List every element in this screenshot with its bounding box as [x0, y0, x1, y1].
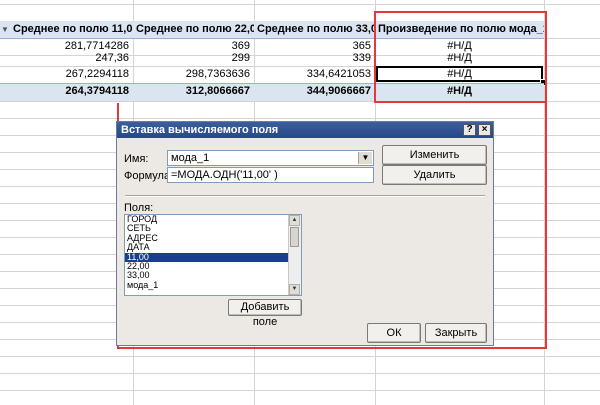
chevron-down-icon[interactable]: ▼ [358, 152, 372, 164]
highlight-frame [374, 11, 547, 103]
total-cell[interactable]: 264,3794118 [0, 83, 133, 100]
grid-line [0, 4, 600, 5]
modify-button[interactable]: Изменить [382, 145, 487, 165]
table-cell[interactable]: 247,36 [0, 50, 133, 67]
total-cell[interactable]: 344,9066667 [254, 83, 375, 100]
cancel-button[interactable]: Закрыть [425, 323, 487, 343]
name-value: мода_1 [171, 152, 210, 164]
close-button[interactable]: × [478, 124, 491, 136]
pivot-header-cell[interactable]: Среднее по полю 22,00 [136, 21, 254, 38]
help-button[interactable]: ? [463, 124, 476, 136]
scroll-up-icon[interactable]: ▲ [289, 215, 300, 226]
grid-line [0, 356, 600, 357]
delete-button[interactable]: Удалить [382, 165, 487, 185]
formula-value: =МОДА.ОДН('11,00' ) [171, 169, 278, 181]
list-item-selected[interactable]: 11,00 [125, 252, 301, 262]
total-cell[interactable]: 312,8066667 [133, 83, 254, 100]
name-label: Имя: [124, 153, 149, 165]
grid-line [0, 373, 600, 374]
table-cell[interactable]: 267,2294118 [0, 66, 133, 83]
dialog-title: Вставка вычисляемого поля [121, 124, 279, 136]
list-item[interactable]: ДАТА [125, 242, 301, 252]
table-cell[interactable]: 299 [133, 50, 254, 67]
list-item[interactable]: АДРЕС [125, 233, 301, 243]
formula-label: Формула: [124, 170, 174, 182]
grid-line [0, 390, 600, 391]
list-item[interactable]: ГОРОД [125, 215, 301, 224]
list-item[interactable]: 22,00 [125, 261, 301, 271]
name-combobox[interactable]: мода_1 ▼ [167, 150, 374, 166]
dialog-titlebar[interactable]: Вставка вычисляемого поля [117, 122, 493, 138]
scroll-thumb[interactable] [290, 227, 299, 247]
calculated-field-dialog: Вставка вычисляемого поля ? × Имя: мода_… [116, 121, 494, 346]
fields-listbox[interactable]: ГОРОД СЕТЬ АДРЕС ДАТА 11,00 22,00 33,00 … [124, 214, 302, 296]
pivot-header-cell[interactable]: Среднее по полю 33,00 [257, 21, 375, 38]
ok-button[interactable]: ОК [367, 323, 421, 343]
dropdown-arrow-icon[interactable]: ▼ [0, 22, 10, 37]
scroll-down-icon[interactable]: ▼ [289, 284, 300, 295]
add-field-button[interactable]: Добавить поле [228, 299, 302, 328]
scrollbar[interactable]: ▲ ▼ [288, 215, 301, 295]
table-cell[interactable]: 339 [254, 50, 375, 67]
table-cell[interactable]: 298,7363636 [133, 66, 254, 83]
list-item[interactable]: мода_1 [125, 280, 301, 290]
fields-label: Поля: [124, 202, 154, 214]
pivot-header-cell[interactable]: Среднее по полю 11,00 [13, 21, 133, 38]
formula-field[interactable]: =МОДА.ОДН('11,00' ) [167, 167, 374, 183]
table-cell[interactable]: 334,6421053 [254, 66, 375, 83]
divider [125, 195, 485, 197]
